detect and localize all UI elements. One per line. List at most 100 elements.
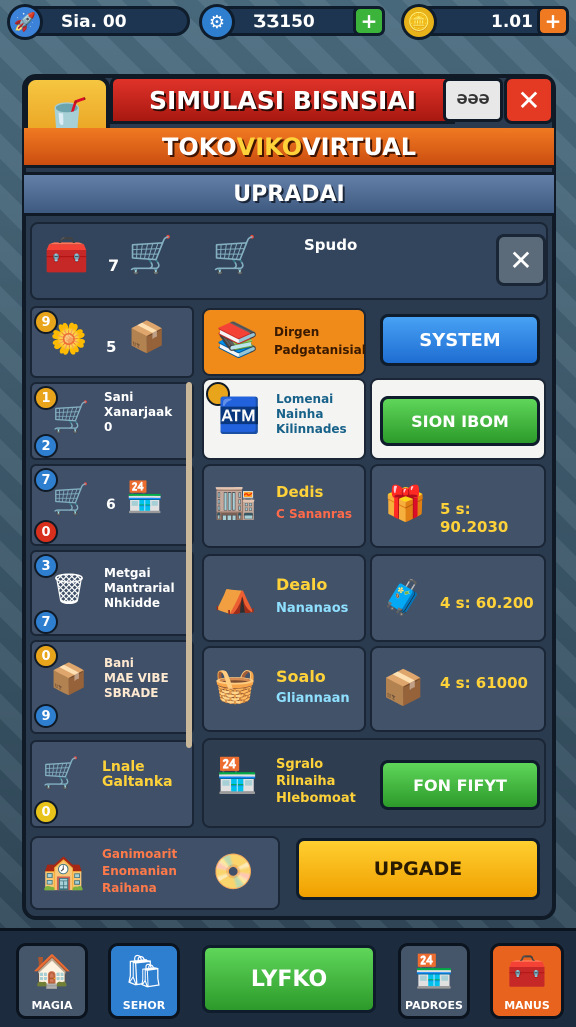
panel-title: SIMULASI BISNSIAI [110, 76, 455, 124]
list-item[interactable]: 0 9 📦 Bani MAE VIBE SBRADE [30, 640, 194, 734]
tools-count: 7 [108, 256, 120, 275]
level-indicator: ƏƏƏ [443, 78, 503, 122]
resource-energy: 🚀 Sia. 00 [7, 4, 190, 40]
list-item-label: Sani Xanarjaak 0 [104, 390, 173, 434]
card-title: Dedis [276, 483, 324, 501]
price-card[interactable]: 📦 4 s: 61000 [370, 646, 546, 732]
chest-icon: 🧳 [382, 578, 425, 618]
home-icon: 🏠 [32, 952, 72, 990]
upgrade-price: 4 s: 61000 [440, 674, 528, 692]
list-item-count: 5 [106, 338, 117, 356]
nav-manus[interactable]: 🧰 MANUS [490, 943, 564, 1019]
resource-bar: 🚀 Sia. 00 ⚙ ƷƷ150 + 🪙 1.01 + [0, 0, 576, 44]
nav-magia[interactable]: 🏠 MAGIA [16, 943, 88, 1019]
cart-icon: 🛒 [52, 400, 90, 435]
upgrade-card[interactable]: 🧺 Soalo Gliannaan [202, 646, 366, 732]
card-title: Lomenai Nainha Kilinnades [276, 392, 347, 436]
list-item-label: Lnale Galtanka [102, 759, 173, 790]
list-item-label: Bani MAE VIBE SBRADE [104, 656, 169, 700]
card-subtitle: Gliannaan [276, 691, 350, 706]
card-subtitle: Nananaos [276, 601, 349, 616]
list-item[interactable]: 0 🛒 Lnale Galtanka [30, 740, 194, 828]
card-title: Soalo [276, 667, 326, 686]
market-stall-icon: ⛺ [214, 576, 257, 616]
count-badge: 9 [34, 704, 58, 728]
list-item[interactable]: 1 2 🛒 Sani Xanarjaak 0 [30, 382, 194, 460]
resource-energy-value: Sia. 00 [61, 12, 127, 32]
vending-machine-icon: 🏧 [218, 396, 261, 436]
resource-coins: ⚙ ƷƷ150 + [199, 4, 385, 40]
cart-full-icon[interactable]: 🛒 [212, 234, 257, 276]
rocket-icon: 🚀 [7, 4, 43, 40]
chest-icon: 🧰 [507, 952, 547, 990]
count-badge: 2 [34, 434, 58, 458]
price-card[interactable]: 🎁 5 s: 90.2030 [370, 464, 546, 548]
building-icon: 🏫 [42, 852, 85, 892]
close-panel-button[interactable]: ✕ [504, 76, 554, 124]
tape-icon: 📀 [212, 852, 255, 892]
coin-icon: ⚙ [199, 4, 235, 40]
count-badge: 0 [34, 520, 58, 544]
shop-stall-icon: 🏪 [126, 480, 164, 515]
add-coins-button[interactable]: + [353, 6, 385, 36]
nav-padroes[interactable]: 🏪 PADROES [398, 943, 470, 1019]
cart-icon: 🛒 [52, 482, 90, 517]
tools-label: Spudo [304, 236, 358, 254]
store-name-part1: TOKO [161, 132, 237, 161]
upgrade-card[interactable]: ⛺ Dealo Nananaos [202, 554, 366, 642]
card-title: Ganimoarit Enomanian Raihana [102, 847, 178, 895]
store-name-part3: VIRTUAL [302, 132, 417, 161]
count-badge: 7 [34, 610, 58, 634]
upgrade-card[interactable]: 🏬 Dedis C Sananras [202, 464, 366, 548]
system-button[interactable]: SYSTEM [380, 314, 540, 366]
box-icon: 📦 [128, 320, 166, 355]
upgrade-button[interactable]: UPGADE [296, 838, 540, 900]
upgrade-card-selected[interactable]: 🏧 Lomenai Nainha Kilinnades [202, 378, 366, 460]
nav-sehor[interactable]: 🛍 SEHOR [108, 943, 180, 1019]
nav-label: MAGIA [31, 999, 73, 1012]
play-button[interactable]: LYFKO [202, 945, 376, 1013]
sion-ibom-button[interactable]: SION IBOM [380, 396, 540, 446]
store-name: TOKO VIKO VIRTUAL [24, 128, 554, 168]
list-scrollbar[interactable] [186, 382, 192, 748]
market-stall-icon: 🏪 [216, 756, 259, 796]
gold-coin-icon: 🪙 [401, 4, 437, 40]
gift-box-icon: 🎁 [384, 484, 427, 524]
add-gold-button[interactable]: + [537, 6, 569, 36]
level-badge: 0 [34, 800, 58, 824]
resource-gold-value: 1.01 [491, 12, 533, 32]
list-item[interactable]: 7 0 🛒 6 🏪 [30, 464, 194, 546]
list-item[interactable]: 9 🌼 5 📦 [30, 306, 194, 378]
cart-icon: 🛒 [42, 756, 80, 791]
nav-label: SEHOR [122, 999, 166, 1012]
upgrade-card-orange[interactable]: 📚 Dirgen Padgatanisial [202, 308, 366, 376]
cart-icon[interactable]: 🛒 [128, 234, 173, 276]
resource-gold: 🪙 1.01 + [401, 4, 569, 40]
card-title: Sgralo Rilnaiha Hlebomoat [276, 757, 356, 806]
trash-bin-icon: 🗑 [50, 572, 89, 607]
upgrade-card[interactable]: 🏫 Ganimoarit Enomanian Raihana 📀 [30, 836, 280, 910]
fon-fifyt-button[interactable]: FON FIFYT [380, 760, 540, 810]
tools-row: 🧰 7 🛒 🛒 Spudo ✕ [30, 222, 548, 300]
fruit-basket-icon: 🧺 [214, 666, 257, 706]
close-tools-button[interactable]: ✕ [496, 234, 546, 286]
list-item-label: Metgai Mantrarial Nhkidde [104, 566, 175, 610]
flower-icon: 🌼 [50, 322, 88, 357]
upgrade-price: 4 s: 60.200 [440, 594, 534, 612]
card-subtitle: C Sananras [276, 507, 353, 521]
store-name-part2: VIKO [236, 132, 303, 161]
card-subtitle: Padgatanisial [274, 343, 366, 357]
shop-icon: 🏪 [414, 952, 454, 990]
bottom-navigation: 🏠 MAGIA 🛍 SEHOR LYFKO 🏪 PADROES 🧰 MANUS [0, 928, 576, 1027]
list-item[interactable]: 3 7 🗑 Metgai Mantrarial Nhkidde [30, 550, 194, 636]
cash-register-icon[interactable]: 🧰 [44, 234, 89, 276]
price-card[interactable]: 🧳 4 s: 60.200 [370, 554, 546, 642]
books-icon: 📚 [216, 320, 259, 360]
card-title: Dirgen [274, 325, 320, 339]
upgrade-price: 5 s: 90.2030 [440, 500, 509, 536]
nav-label: MANUS [504, 999, 550, 1012]
resource-coins-value: ƷƷ150 [253, 12, 315, 32]
card-title: Dealo [276, 575, 328, 594]
list-item-label: 6 [106, 497, 116, 513]
crate-icon: 📦 [50, 662, 88, 697]
